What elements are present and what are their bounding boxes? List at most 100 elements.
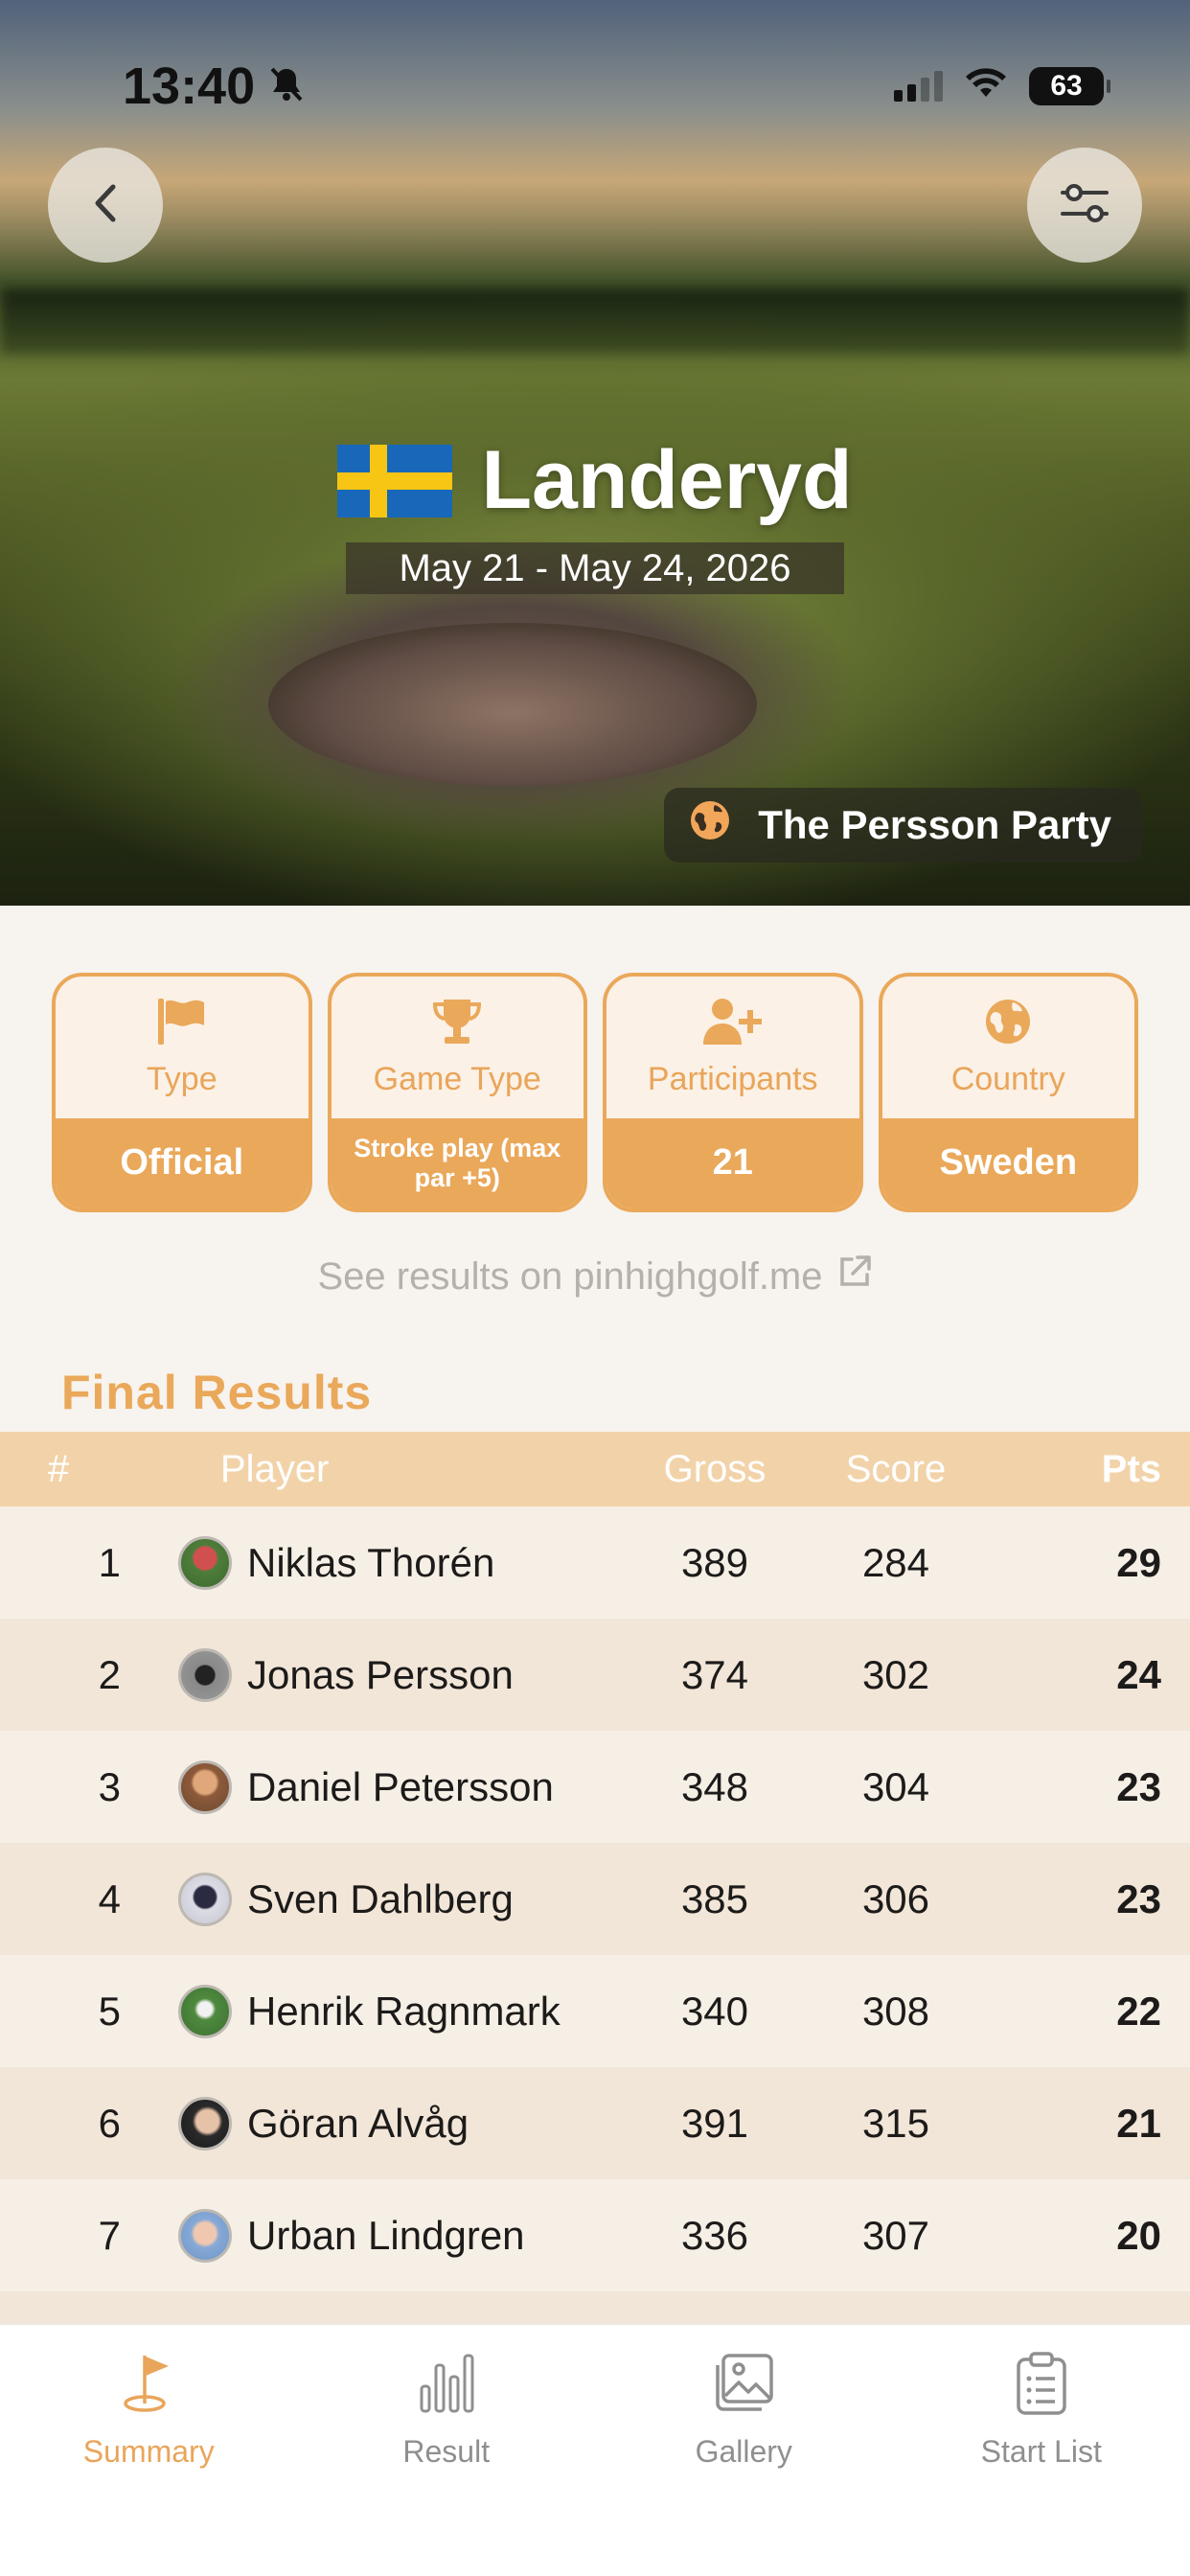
avatar [178, 1647, 232, 1702]
globe-icon [689, 799, 731, 851]
row-gross: 336 [680, 2212, 749, 2258]
filter-button[interactable] [1027, 148, 1142, 263]
row-score: 284 [861, 1539, 930, 1585]
see-results-text: See results on pinhighgolf.me [317, 1254, 823, 1298]
party-badge[interactable]: The Persson Party [664, 788, 1142, 862]
wifi-icon [964, 67, 1008, 105]
row-gross: 340 [680, 1988, 749, 2034]
card-label: Type [146, 1061, 217, 1097]
table-row[interactable]: 4 Sven Dahlberg 385 306 23 [0, 1843, 1190, 1955]
row-player: Niklas Thorén [247, 1539, 495, 1585]
status-bar: 13:40 63 [0, 0, 1190, 172]
external-link-icon [836, 1254, 873, 1300]
info-card-participants: Participants 21 [603, 973, 863, 1212]
row-score: 308 [861, 1988, 930, 2034]
section-title: Final Results [61, 1366, 373, 1419]
tab-label: Summary [82, 2434, 215, 2469]
avatar [178, 1984, 232, 2038]
card-label: Game Type [373, 1061, 541, 1097]
party-name: The Persson Party [758, 802, 1111, 847]
tab-bar: Summary Result Gallery Start List [0, 2323, 1190, 2576]
avatar [178, 1872, 232, 1926]
table-row[interactable]: 3 Daniel Petersson 348 304 23 [0, 1731, 1190, 1843]
header-gross: Gross [663, 1447, 767, 1490]
table-row[interactable]: 5 Henrik Ragnmark 340 308 22 [0, 1955, 1190, 2067]
row-pts: 20 [1116, 2212, 1161, 2258]
see-results-link[interactable]: See results on pinhighgolf.me [0, 1254, 1190, 1300]
row-gross: 374 [680, 1651, 749, 1697]
row-pts: 21 [1116, 2100, 1161, 2146]
bar-chart-icon [418, 2352, 475, 2423]
row-player: Jonas Persson [247, 1651, 514, 1697]
table-row[interactable]: 7 Urban Lindgren 336 307 20 [0, 2179, 1190, 2291]
info-card-type: Type Official [52, 973, 312, 1212]
tab-summary[interactable]: Summary [0, 2325, 298, 2576]
row-gross: 389 [680, 1539, 749, 1585]
hero-banner: 13:40 63 Landeryd May 21 - May 24, 2026 [0, 0, 1190, 906]
row-player: Göran Alvåg [247, 2100, 469, 2146]
sweden-flag-icon [337, 444, 453, 518]
header-rank: # [47, 1447, 70, 1490]
golf-flag-icon [120, 2352, 177, 2423]
row-rank: 1 [98, 1539, 121, 1585]
row-score: 315 [861, 2100, 930, 2146]
row-pts: 23 [1116, 1763, 1161, 1809]
table-row[interactable]: 1 Niklas Thorén 389 284 29 [0, 1506, 1190, 1619]
tab-label: Start List [980, 2434, 1102, 2469]
card-label: Country [950, 1061, 1065, 1097]
tab-result[interactable]: Result [298, 2325, 596, 2576]
flag-icon [154, 997, 210, 1051]
back-button[interactable] [48, 148, 163, 263]
add-user-icon [701, 997, 765, 1051]
info-card-game-type: Game Type Stroke play (max par +5) [327, 973, 587, 1212]
tab-gallery[interactable]: Gallery [595, 2325, 893, 2576]
card-value: Stroke play (max par +5) [331, 1118, 584, 1208]
header-player: Player [220, 1447, 330, 1490]
row-player: Urban Lindgren [247, 2212, 525, 2258]
row-score: 307 [861, 2212, 930, 2258]
card-value: 21 [606, 1118, 859, 1208]
row-gross: 348 [680, 1763, 749, 1809]
row-score: 304 [861, 1763, 930, 1809]
table-row[interactable]: 6 Göran Alvåg 391 315 21 [0, 2067, 1190, 2179]
table-header: # Player Gross Score Pts [0, 1432, 1190, 1506]
row-score: 306 [861, 1875, 930, 1921]
clipboard-list-icon [1015, 2352, 1068, 2423]
avatar [178, 2096, 232, 2150]
row-rank: 5 [98, 1988, 121, 2034]
tab-start-list[interactable]: Start List [893, 2325, 1190, 2576]
row-gross: 385 [680, 1875, 749, 1921]
card-value: Official [56, 1118, 309, 1208]
info-cards: Type Official Game Type Stroke play (max… [52, 973, 1138, 1212]
tab-label: Result [402, 2434, 491, 2469]
results-table: # Player Gross Score Pts 1 Niklas Thorén… [0, 1432, 1190, 2404]
status-time: 13:40 [123, 58, 256, 115]
row-pts: 22 [1116, 1988, 1161, 2034]
row-player: Henrik Ragnmark [247, 1988, 561, 2034]
header-score: Score [845, 1447, 947, 1490]
sliders-icon [1059, 179, 1110, 232]
card-value: Sweden [881, 1118, 1134, 1208]
row-rank: 6 [98, 2100, 121, 2146]
avatar [178, 2208, 232, 2263]
avatar [178, 1535, 232, 1590]
globe-icon [983, 997, 1033, 1051]
row-pts: 29 [1116, 1539, 1161, 1585]
page-title: Landeryd [481, 434, 853, 526]
tournament-dates: May 21 - May 24, 2026 [346, 542, 844, 594]
row-rank: 2 [98, 1651, 121, 1697]
row-gross: 391 [680, 2100, 749, 2146]
chevron-left-icon [86, 181, 125, 230]
bell-muted-icon [268, 57, 305, 116]
row-player: Sven Dahlberg [247, 1875, 514, 1921]
row-pts: 23 [1116, 1875, 1161, 1921]
row-rank: 3 [98, 1763, 121, 1809]
row-pts: 24 [1116, 1651, 1161, 1697]
gallery-icon [712, 2352, 775, 2423]
table-row[interactable]: 2 Jonas Persson 374 302 24 [0, 1619, 1190, 1731]
row-rank: 4 [98, 1875, 121, 1921]
avatar [178, 1760, 232, 1814]
row-score: 302 [861, 1651, 930, 1697]
row-player: Daniel Petersson [247, 1763, 554, 1809]
battery-indicator: 63 [1029, 67, 1110, 105]
